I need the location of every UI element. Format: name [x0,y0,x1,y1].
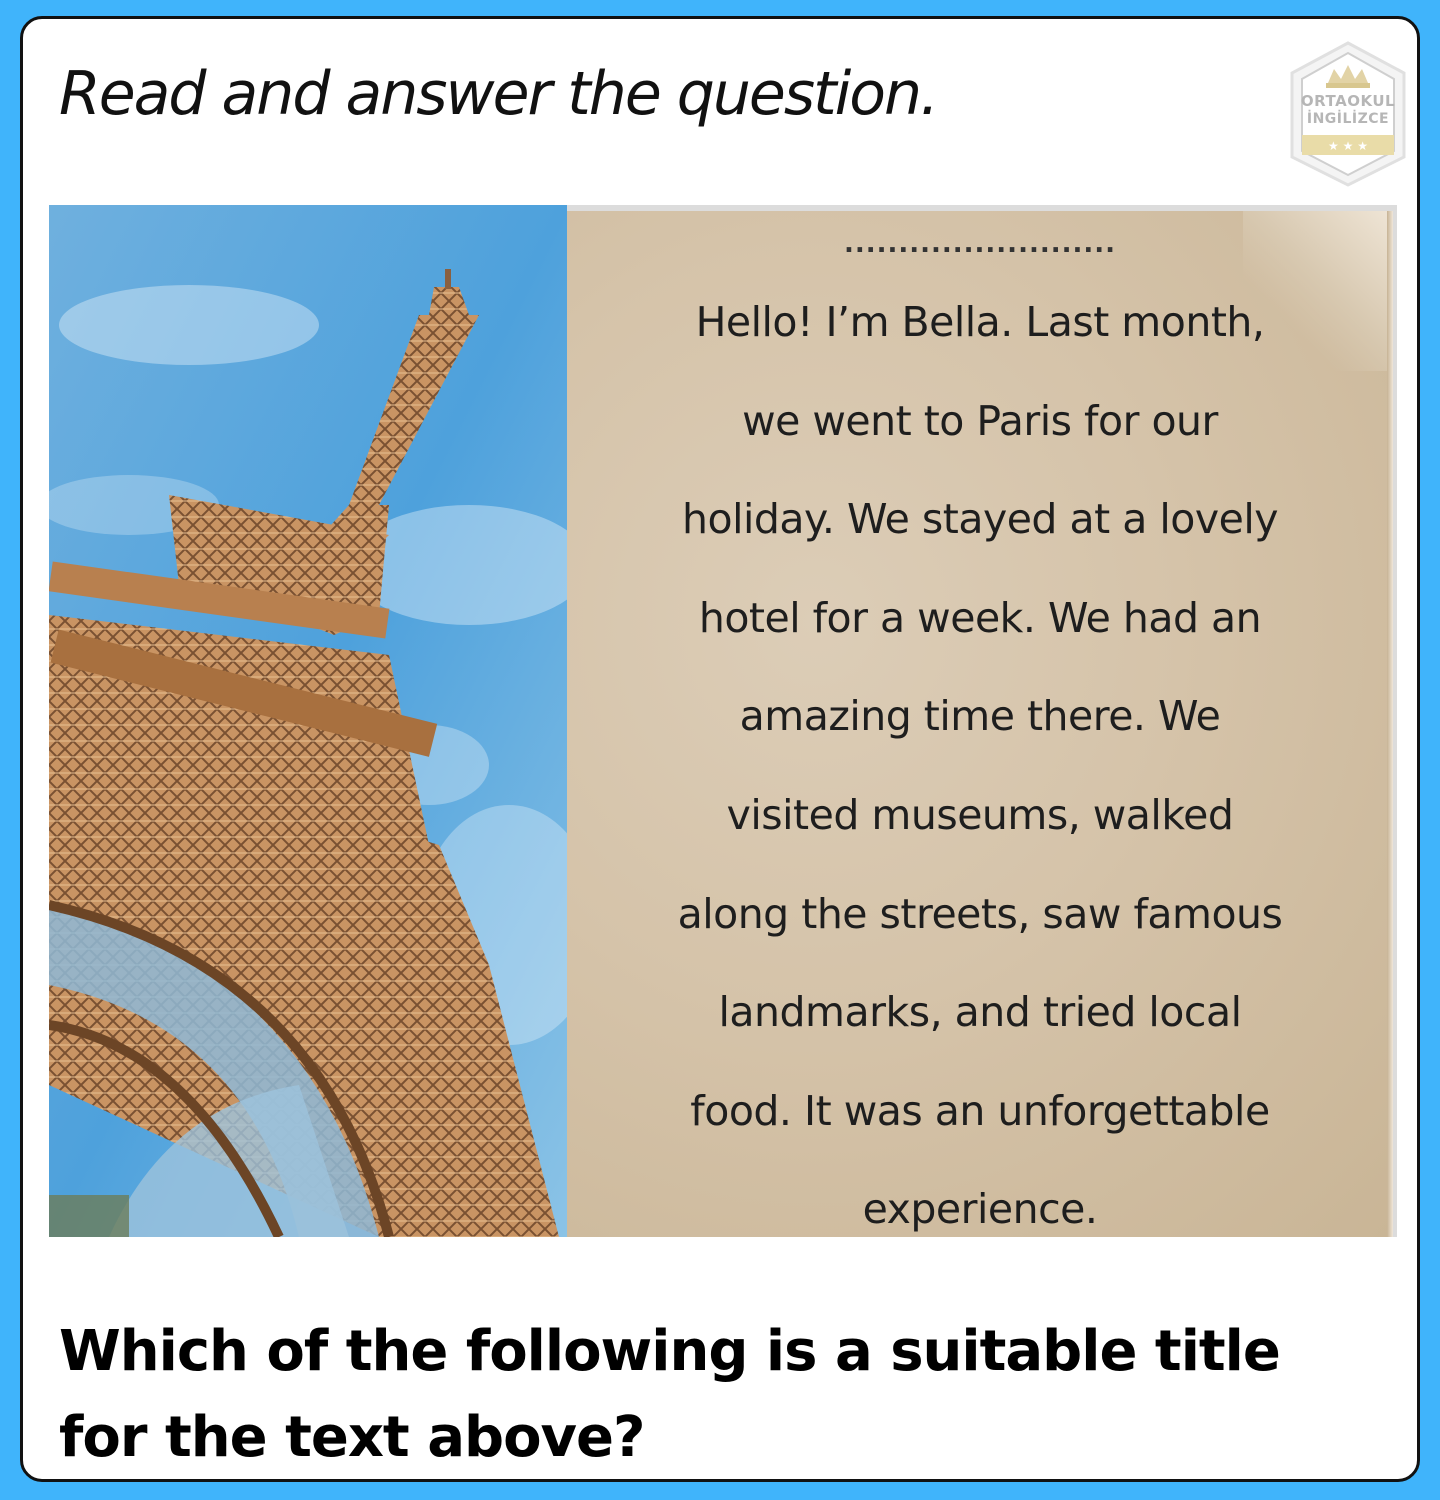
reading-passage: Hello! I’m Bella. Last month, we went to… [567,273,1393,1237]
passage-line: Hello! I’m Bella. Last month, [695,298,1265,346]
passage-line: food. It was an unforgettable [690,1086,1270,1135]
svg-text:★ ★ ★: ★ ★ ★ [1328,139,1368,153]
passage-line: we went to Paris for our [742,396,1218,445]
title-blank: ......................... [844,229,1116,259]
reading-figure: ......................... Hello! I’m Bel… [49,205,1397,1237]
passage-line: visited museums, walked [726,790,1234,839]
passage-line: landmarks, and tried local [718,988,1242,1037]
question-card: Read and answer the question. ★ ★ ★ ORTA… [20,16,1420,1482]
passage-line: along the streets, saw famous [677,889,1283,938]
logo-line-1: ORTAOKUL [1300,92,1396,110]
passage-line: amazing time there. We [739,692,1221,741]
logo-line-2: İNGİLİZCE [1306,111,1390,127]
instruction-heading: Read and answer the question. [59,59,939,129]
brand-logo: ★ ★ ★ ORTAOKUL İNGİLİZCE [1286,39,1410,189]
question-text: Which of the following is a suitable tit… [59,1319,1281,1470]
passage-line: holiday. We stayed at a lovely [682,495,1279,544]
passage-paper: ......................... Hello! I’m Bel… [567,211,1393,1237]
passage-line: hotel for a week. We had an [698,593,1262,642]
passage-line: experience. [862,1185,1098,1234]
eiffel-tower-image [49,205,567,1237]
